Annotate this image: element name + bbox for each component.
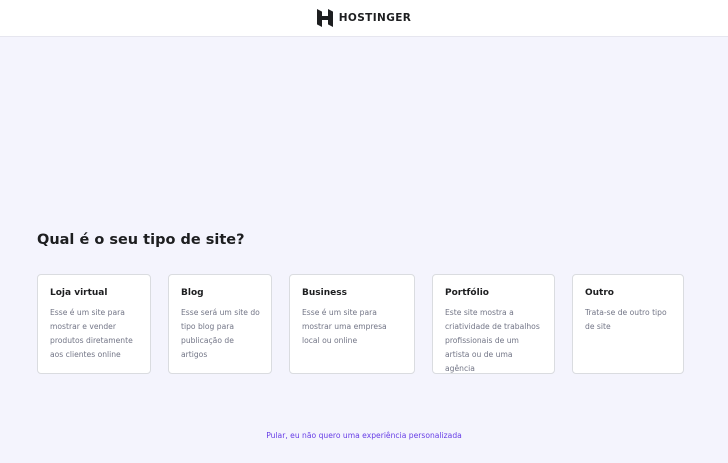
card-title: Business [302,288,347,298]
card-description: Trata-se de outro tipo de site [585,306,672,334]
card-description: Esse é um site para mostrar uma empresa … [302,306,403,348]
logo-text: HOSTINGER [338,12,412,24]
card-description-line: Esse é um site para [302,308,377,317]
card-description-line: criatividade de trabalhos [445,322,540,331]
card-description-line: Esse é um site para [50,308,125,317]
card-description-line: mostrar e vender [50,322,116,331]
card-description-line: aos clientes online [50,350,121,359]
card-description-line: Este site mostra a [445,308,514,317]
card-description-line: local ou online [302,336,358,345]
card-description-line: profissionais de um [445,336,519,345]
card-description: Este site mostra a criatividade de traba… [445,306,543,376]
page-title: Qual é o seu tipo de site? [37,232,245,248]
site-type-card-business[interactable]: Business Esse é um site para mostrar uma… [289,274,415,374]
card-description-line: publicação de [181,336,234,345]
hostinger-logo-icon [316,9,333,27]
card-description-line: tipo blog para [181,322,235,331]
card-description-line: Esse será um site do [181,308,260,317]
card-description-line: artigos [181,350,208,359]
skip-personalization-link[interactable]: Pular, eu não quero uma experiência pers… [0,431,728,440]
site-type-card-blog[interactable]: Blog Esse será um site do tipo blog para… [168,274,272,374]
card-description-line: de site [585,322,611,331]
card-description-line: produtos diretamente [50,336,133,345]
site-type-card-outro[interactable]: Outro Trata-se de outro tipo de site [572,274,684,374]
site-type-card-portfolio[interactable]: Portfólio Este site mostra a criatividad… [432,274,555,374]
top-header: HOSTINGER [0,0,728,37]
card-title: Portfólio [445,288,489,298]
card-title: Outro [585,288,614,298]
card-description-line: mostrar uma empresa [302,322,387,331]
card-description-line: Trata-se de outro tipo [585,308,667,317]
card-description-line: artista ou de uma agência [445,350,513,373]
site-type-options: Loja virtual Esse é um site para mostrar… [0,274,728,374]
card-title: Blog [181,288,204,298]
card-title: Loja virtual [50,288,108,298]
hostinger-logo[interactable]: HOSTINGER [316,9,412,27]
card-description: Esse será um site do tipo blog para publ… [181,306,260,362]
card-description: Esse é um site para mostrar e vender pro… [50,306,139,362]
site-type-card-loja-virtual[interactable]: Loja virtual Esse é um site para mostrar… [37,274,151,374]
